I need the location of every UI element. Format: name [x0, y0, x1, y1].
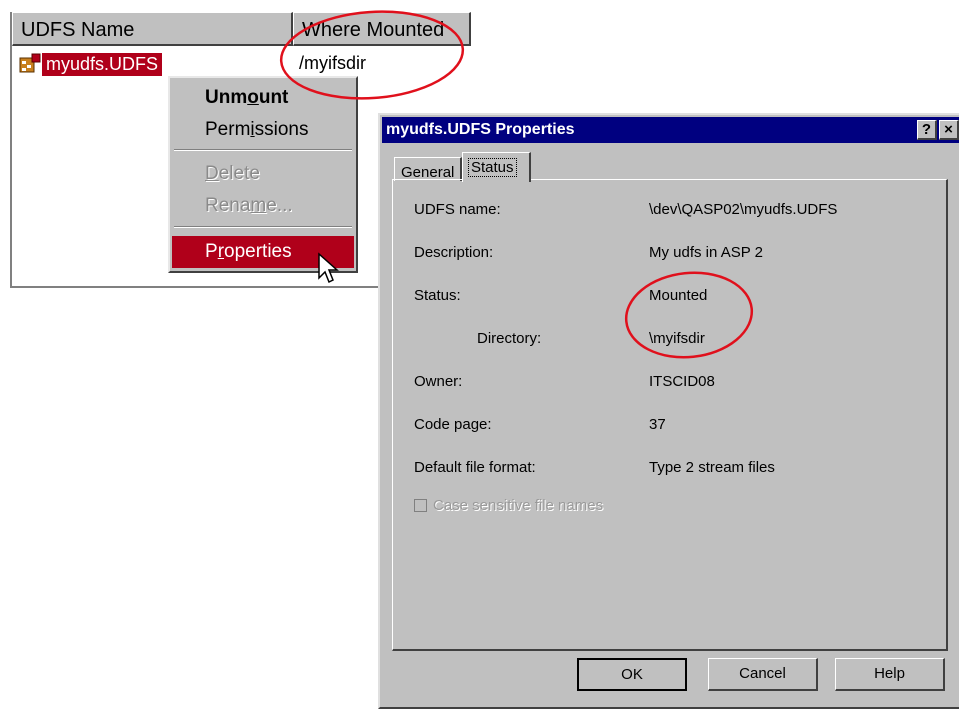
help-button[interactable]: Help — [835, 658, 945, 691]
owner-value: ITSCID08 — [649, 373, 715, 390]
context-menu: Unmount Permissions Delete Rename... Pro… — [168, 76, 358, 273]
tab-status-label: Status — [468, 158, 517, 177]
owner-label: Owner: — [414, 373, 463, 390]
help-icon[interactable]: ? — [917, 120, 937, 140]
status-tab-panel: UDFS name: \dev\QASP02\myudfs.UDFS Descr… — [392, 179, 948, 651]
default-file-format-label: Default file format: — [414, 459, 536, 476]
status-label: Status: — [414, 287, 461, 304]
case-sensitive-checkbox: Case sensitive file names — [414, 497, 603, 514]
case-sensitive-label: Case sensitive file names — [433, 497, 604, 514]
cancel-button[interactable]: Cancel — [708, 658, 818, 691]
udfs-folder-icon — [19, 53, 41, 73]
dialog-titlebar[interactable]: myudfs.UDFS Properties ? × — [382, 117, 959, 143]
udfs-name-cell[interactable]: myudfs.UDFS — [40, 51, 164, 77]
directory-label: Directory: — [477, 330, 542, 347]
close-icon[interactable]: × — [939, 120, 959, 140]
checkbox-box — [414, 499, 427, 512]
menu-item-rename: Rename... — [205, 195, 293, 216]
column-header-udfs-name[interactable]: UDFS Name — [12, 12, 293, 46]
menu-separator — [174, 149, 352, 151]
column-header-where-mounted[interactable]: Where Mounted — [293, 12, 471, 46]
default-file-format-value: Type 2 stream files — [649, 459, 775, 476]
udfs-list-row[interactable]: myudfs.UDFS — [18, 51, 164, 77]
code-page-label: Code page: — [414, 416, 492, 433]
properties-dialog: myudfs.UDFS Properties ? × General Statu… — [378, 113, 959, 709]
udfs-name-value: \dev\QASP02\myudfs.UDFS — [649, 201, 838, 218]
where-mounted-cell: /myifsdir — [299, 53, 366, 73]
tab-general[interactable]: General — [394, 157, 462, 181]
tab-status[interactable]: Status — [462, 152, 531, 182]
description-label: Description: — [414, 244, 494, 261]
udfs-name-label: UDFS name: — [414, 201, 501, 218]
dialog-title: myudfs.UDFS Properties — [386, 121, 575, 138]
ok-button[interactable]: OK — [577, 658, 687, 691]
menu-item-delete: Delete — [205, 163, 260, 184]
description-value: My udfs in ASP 2 — [649, 244, 763, 261]
mouse-pointer-icon — [318, 252, 339, 284]
menu-item-unmount[interactable]: Unmount — [172, 82, 354, 114]
menu-item-permissions[interactable]: Permissions — [172, 114, 354, 146]
code-page-value: 37 — [649, 416, 666, 433]
menu-separator — [174, 226, 352, 228]
directory-value: \myifsdir — [649, 330, 705, 347]
status-value: Mounted — [649, 287, 708, 304]
